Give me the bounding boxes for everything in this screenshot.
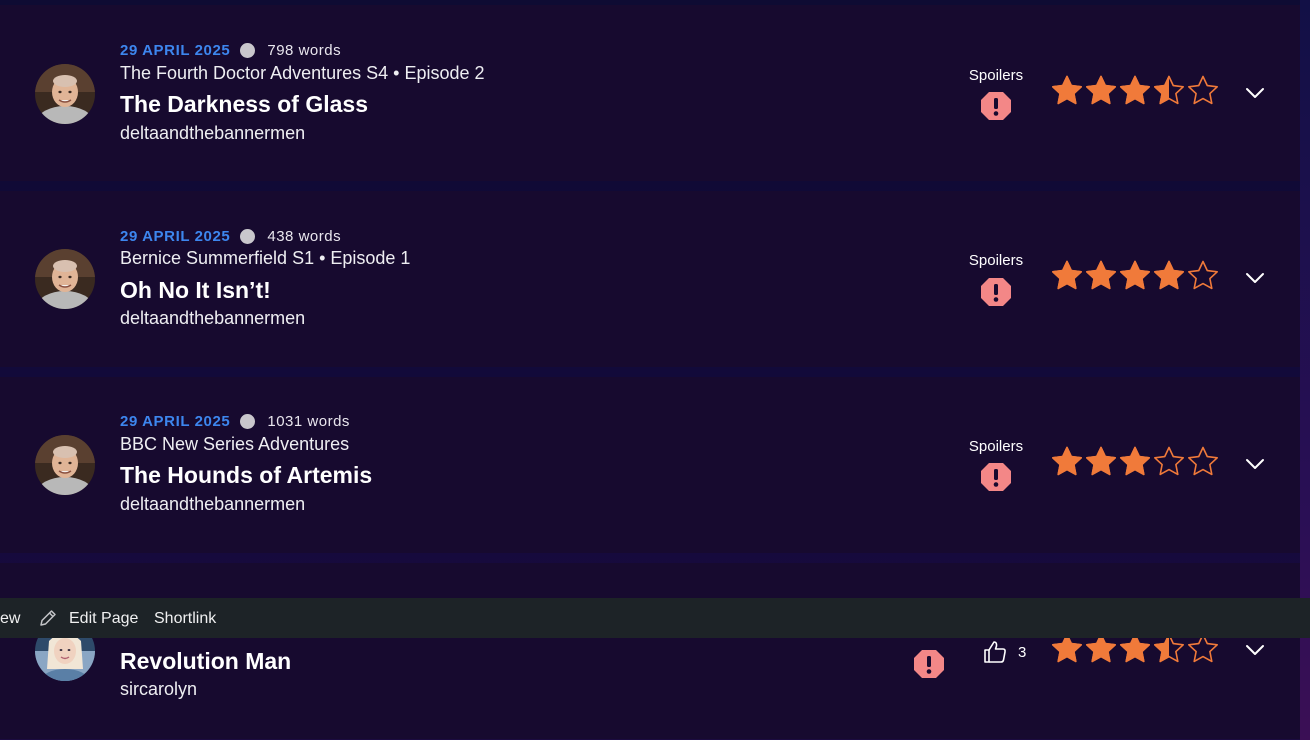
series-episode: Bernice Summerfield S1 • Episode 1 [120,248,411,268]
review-card: Revolution Man sircarolyn [0,563,1300,739]
star-icon [1188,260,1218,290]
separator-dot [240,413,256,429]
review-title[interactable]: The Hounds of Artemis [120,462,372,489]
reviews-page: 29 APRIL 2025 798 words The Fourth Docto… [0,0,1310,740]
admin-shortlink-link[interactable]: Shortlink [154,598,216,638]
word-count: 1031 words [267,412,350,430]
spoiler-warning-icon [981,92,1011,120]
review-title[interactable]: Oh No It Isn’t! [120,277,271,304]
star-icon [1086,446,1116,476]
reviewer-avatar[interactable] [35,435,95,495]
star-icon [1052,446,1082,476]
star-icon [1086,75,1116,105]
star-icon [1154,75,1184,105]
word-count: 798 words [267,41,342,59]
spoiler-warning-icon [981,463,1011,491]
series-episode: BBC New Series Adventures [120,434,350,454]
star-icon [1120,446,1150,476]
star-rating [1050,259,1220,293]
separator-dot [240,42,256,58]
star-icon [1188,446,1218,476]
review-meta: 29 APRIL 2025 798 words [120,40,341,60]
chevron-down-icon[interactable] [1243,638,1267,662]
reviewer-avatar[interactable] [35,64,95,124]
star-icon [1154,446,1184,476]
admin-edit-page-link[interactable]: Edit Page [69,598,138,638]
star-icon [1120,75,1150,105]
star-icon [1086,260,1116,290]
chevron-down-icon[interactable] [1243,81,1267,105]
review-card: 29 APRIL 2025 438 words Bernice Summerfi… [0,191,1300,367]
chevron-down-icon[interactable] [1243,266,1267,290]
series-episode: The Fourth Doctor Adventures S4 • Episod… [120,63,485,83]
thumbs-up-icon[interactable] [982,639,1008,665]
likes[interactable]: 3 [982,638,1026,666]
review-author[interactable]: sircarolyn [120,679,197,700]
admin-bar: ew Edit Page Shortlink [0,598,1310,638]
star-icon [1120,260,1150,290]
review-author[interactable]: deltaandthebannermen [120,494,305,515]
review-date: 29 APRIL 2025 [120,41,231,59]
review-meta: 29 APRIL 2025 438 words [120,226,341,246]
review-date: 29 APRIL 2025 [120,412,231,430]
review-meta: 29 APRIL 2025 1031 words [120,411,350,431]
reviewer-avatar[interactable] [35,249,95,309]
review-date: 29 APRIL 2025 [120,227,231,245]
review-author[interactable]: deltaandthebannermen [120,308,305,329]
pencil-icon[interactable] [38,608,58,628]
review-author[interactable]: deltaandthebannermen [120,123,305,144]
review-card: 29 APRIL 2025 1031 words BBC New Series … [0,377,1300,553]
chevron-down-icon[interactable] [1243,452,1267,476]
star-icon [1052,75,1082,105]
word-count: 438 words [267,227,342,245]
spoilers-label: Spoilers [968,67,1024,84]
star-rating [1050,74,1220,108]
star-icon [1188,75,1218,105]
spoilers-label: Spoilers [968,438,1024,455]
likes-count: 3 [1018,643,1027,661]
separator-dot [240,228,256,244]
star-icon [1052,260,1082,290]
spoilers-label: Spoilers [968,252,1024,269]
star-rating [1050,445,1220,479]
review-card: 29 APRIL 2025 798 words The Fourth Docto… [0,5,1300,181]
review-title[interactable]: Revolution Man [120,648,291,675]
spoiler-warning-icon [981,278,1011,306]
review-title[interactable]: The Darkness of Glass [120,91,368,118]
admin-view-link[interactable]: ew [0,598,20,638]
spoiler-warning-icon [914,650,944,678]
star-icon [1154,260,1184,290]
